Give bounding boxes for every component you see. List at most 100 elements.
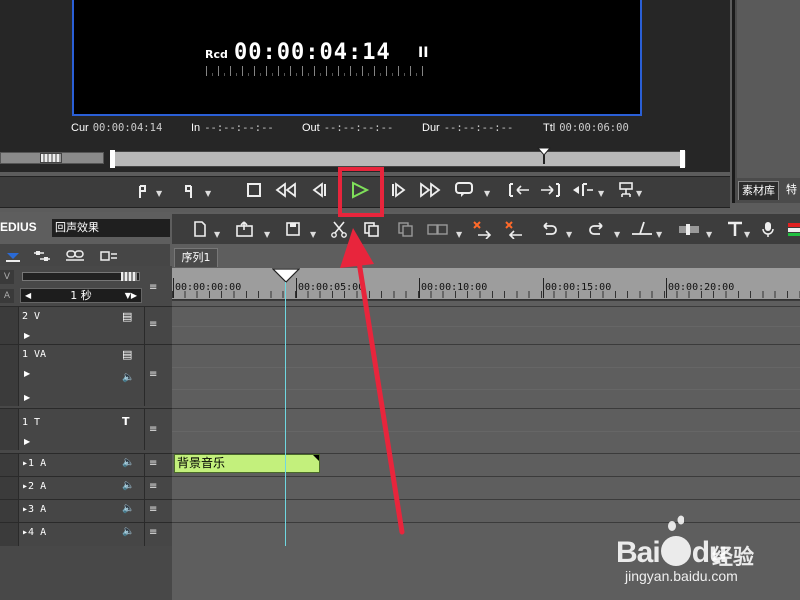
timescale-select[interactable]: ◀ 1 秒 ▼▶ xyxy=(20,288,142,303)
chevron-down-icon[interactable]: ▼▶ xyxy=(125,289,137,302)
step-forward-button[interactable] xyxy=(386,178,410,202)
timeline-lane-3a[interactable] xyxy=(172,499,800,522)
go-to-in-button[interactable] xyxy=(506,178,534,202)
color-bars-button[interactable] xyxy=(788,217,800,241)
paste-button[interactable] xyxy=(396,217,414,241)
save-button[interactable] xyxy=(284,217,302,241)
chevron-down-icon[interactable]: ▼ xyxy=(205,188,213,198)
track-patch-button[interactable] xyxy=(4,244,22,268)
mixer-button[interactable] xyxy=(676,217,702,241)
track-header-1va[interactable]: 1 VA ▶ ▶ ▤ 🔈 ≡ xyxy=(0,344,172,406)
chevron-left-icon[interactable]: ◀ xyxy=(25,289,31,302)
track-header-1a[interactable]: ▸1 A 🔈 ≡ xyxy=(0,453,172,476)
scrub-head-icon[interactable] xyxy=(537,147,551,165)
title-t-icon[interactable]: T xyxy=(122,415,130,428)
track-menu-icon[interactable]: ≡ xyxy=(149,458,157,469)
speaker-icon[interactable]: 🔈 xyxy=(122,526,134,537)
speaker-icon[interactable]: 🔈 xyxy=(122,503,134,514)
speaker-icon[interactable]: 🔈 xyxy=(122,372,134,383)
microphone-icon xyxy=(762,222,774,237)
expand-arrow-icon[interactable]: ▶ xyxy=(24,437,30,446)
chevron-down-icon[interactable]: ▼ xyxy=(636,188,644,198)
chevron-down-icon[interactable]: ▼ xyxy=(484,188,492,198)
track-menu-icon[interactable]: ≡ xyxy=(149,282,157,293)
fast-forward-button[interactable] xyxy=(418,178,442,202)
delete-button[interactable] xyxy=(470,217,494,241)
title-button[interactable] xyxy=(726,217,744,241)
expand-arrow-icon[interactable]: ▶ xyxy=(24,393,30,402)
track-header-4a[interactable]: ▸4 A 🔈 ≡ xyxy=(0,522,172,546)
chevron-down-icon[interactable]: ▼ xyxy=(656,229,664,239)
speaker-icon[interactable]: 🔈 xyxy=(122,480,134,491)
tab-sequence[interactable]: 序列1 xyxy=(174,248,218,267)
undo-button[interactable] xyxy=(540,217,558,241)
video-track-icon[interactable]: ▤ xyxy=(122,310,132,323)
zoom-slider-knob[interactable] xyxy=(121,272,137,281)
stop-button[interactable] xyxy=(242,178,266,202)
speaker-icon[interactable]: 🔈 xyxy=(122,457,134,468)
cut-button[interactable] xyxy=(330,217,348,241)
playhead-icon[interactable] xyxy=(272,268,300,284)
redo-button[interactable] xyxy=(588,217,606,241)
chevron-down-icon[interactable]: ▼ xyxy=(310,229,318,239)
snap-button[interactable] xyxy=(98,244,120,268)
track-patch[interactable] xyxy=(0,477,19,499)
loop-button[interactable] xyxy=(452,178,476,202)
chevron-down-icon[interactable]: ▼ xyxy=(566,229,574,239)
track-patch[interactable] xyxy=(0,345,19,406)
track-menu-icon[interactable]: ≡ xyxy=(149,481,157,492)
track-patch[interactable] xyxy=(0,409,19,450)
voiceover-button[interactable] xyxy=(760,217,776,241)
save-icon xyxy=(286,222,300,236)
timeline-lane-1t[interactable] xyxy=(172,408,800,453)
open-button[interactable] xyxy=(234,217,256,241)
copy-button[interactable] xyxy=(362,217,380,241)
track-patch[interactable] xyxy=(0,523,19,546)
new-sequence-button[interactable] xyxy=(192,217,208,241)
tab-bin[interactable]: 素材库 xyxy=(738,181,779,200)
chevron-down-icon[interactable]: ▼ xyxy=(214,229,222,239)
audio-clip[interactable]: 背景音乐 xyxy=(174,454,320,473)
chevron-down-icon[interactable]: ▼ xyxy=(456,229,464,239)
track-patch[interactable] xyxy=(0,454,19,476)
output-button[interactable] xyxy=(614,178,638,202)
rewind-button[interactable] xyxy=(274,178,298,202)
track-menu-icon[interactable]: ≡ xyxy=(149,319,157,330)
go-to-out-button[interactable] xyxy=(537,178,565,202)
insert-mode-button[interactable] xyxy=(426,217,450,241)
track-menu-icon[interactable]: ≡ xyxy=(149,527,157,538)
track-header-2v[interactable]: 2 V ▶ ▤ ≡ xyxy=(0,306,172,344)
track-patch[interactable] xyxy=(0,307,19,344)
track-sync-button[interactable] xyxy=(32,244,52,268)
track-header-1t[interactable]: 1 T ▶ T ≡ xyxy=(0,408,172,450)
ripple-delete-button[interactable] xyxy=(502,217,526,241)
track-header-2a[interactable]: ▸2 A 🔈 ≡ xyxy=(0,476,172,499)
step-back-button[interactable] xyxy=(308,178,332,202)
timeline-lane-2v[interactable] xyxy=(172,306,800,344)
rubberband-button[interactable] xyxy=(630,217,654,241)
track-menu-icon[interactable]: ≡ xyxy=(149,504,157,515)
timeline-lane-1va[interactable] xyxy=(172,344,800,408)
timeline-lane-2a[interactable] xyxy=(172,476,800,499)
track-header-3a[interactable]: ▸3 A 🔈 ≡ xyxy=(0,499,172,522)
set-out-button[interactable] xyxy=(176,180,200,204)
edit-point-button[interactable] xyxy=(570,178,598,202)
chevron-down-icon[interactable]: ▼ xyxy=(264,229,272,239)
shuttle-knob[interactable] xyxy=(40,153,62,163)
expand-arrow-icon[interactable]: ▶ xyxy=(24,331,30,340)
track-patch[interactable] xyxy=(0,500,19,522)
project-name-field[interactable]: 回声效果 xyxy=(52,219,170,237)
link-mode-button[interactable] xyxy=(64,244,86,268)
video-track-icon[interactable]: ▤ xyxy=(122,348,132,361)
chevron-down-icon[interactable]: ▼ xyxy=(614,229,622,239)
chevron-down-icon[interactable]: ▼ xyxy=(744,229,752,239)
tab-effects[interactable]: 特 xyxy=(786,181,797,199)
scrub-bar[interactable] xyxy=(110,151,686,167)
track-menu-icon[interactable]: ≡ xyxy=(149,369,157,380)
chevron-down-icon[interactable]: ▼ xyxy=(706,229,714,239)
chevron-down-icon[interactable]: ▼ xyxy=(156,188,164,198)
expand-arrow-icon[interactable]: ▶ xyxy=(24,369,30,378)
track-menu-icon[interactable]: ≡ xyxy=(149,424,157,435)
set-in-button[interactable] xyxy=(131,180,155,204)
chevron-down-icon[interactable]: ▼ xyxy=(598,188,606,198)
